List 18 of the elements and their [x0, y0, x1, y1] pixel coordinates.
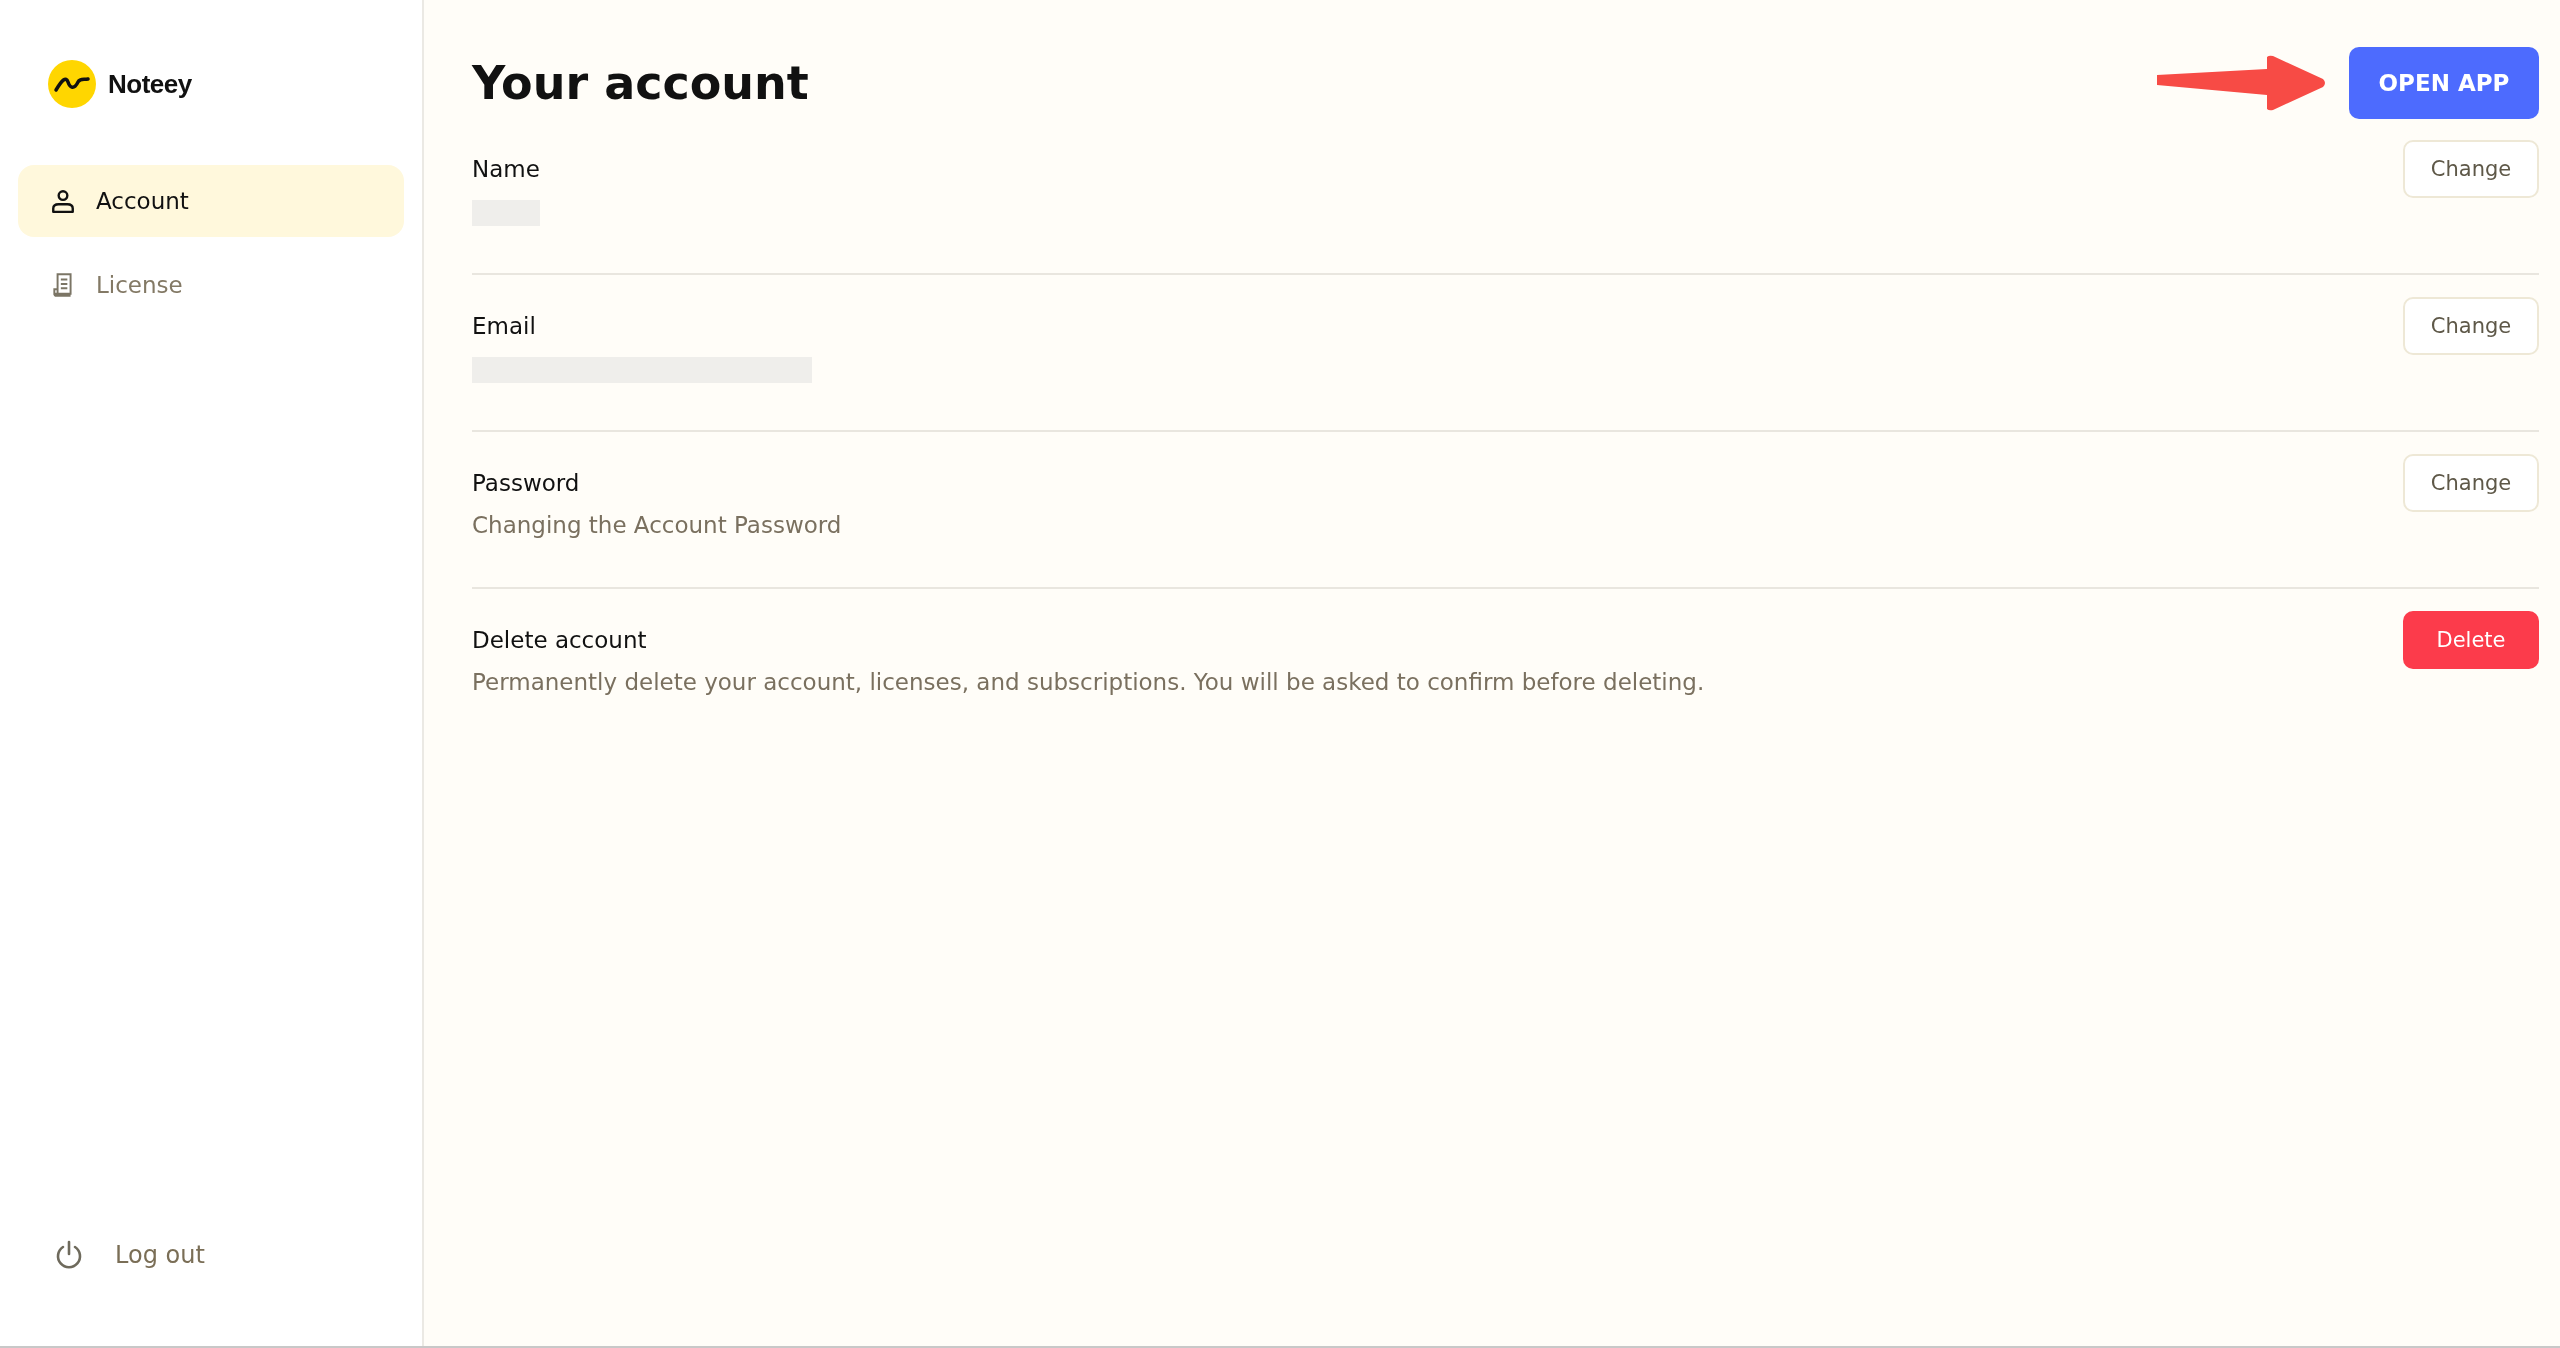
field-label: Delete account — [472, 627, 648, 653]
field-label: Password — [472, 470, 581, 496]
person-icon — [50, 188, 76, 214]
change-button[interactable]: Change — [2403, 454, 2539, 512]
field-description: Permanently delete your account, licenses, and subscriptions. You will be asked to confirm before deleting. — [472, 669, 1705, 695]
nav-item[interactable]: Account — [18, 165, 404, 237]
nav-item[interactable]: License — [18, 249, 404, 321]
brand-name: Noteey — [108, 68, 192, 100]
logo-icon — [48, 60, 96, 108]
field-description: Changing the Account Password — [472, 512, 842, 538]
open-app-button[interactable]: OPEN APP — [2349, 47, 2539, 119]
field-label: Name — [472, 156, 540, 182]
field-label: Email — [472, 313, 537, 339]
page-title: Your account — [472, 56, 810, 110]
change-button[interactable]: Change — [2403, 140, 2539, 198]
logout-link[interactable]: Log out — [18, 1239, 404, 1346]
change-button[interactable]: Change — [2403, 297, 2539, 355]
delete-button[interactable]: Delete — [2403, 611, 2539, 669]
